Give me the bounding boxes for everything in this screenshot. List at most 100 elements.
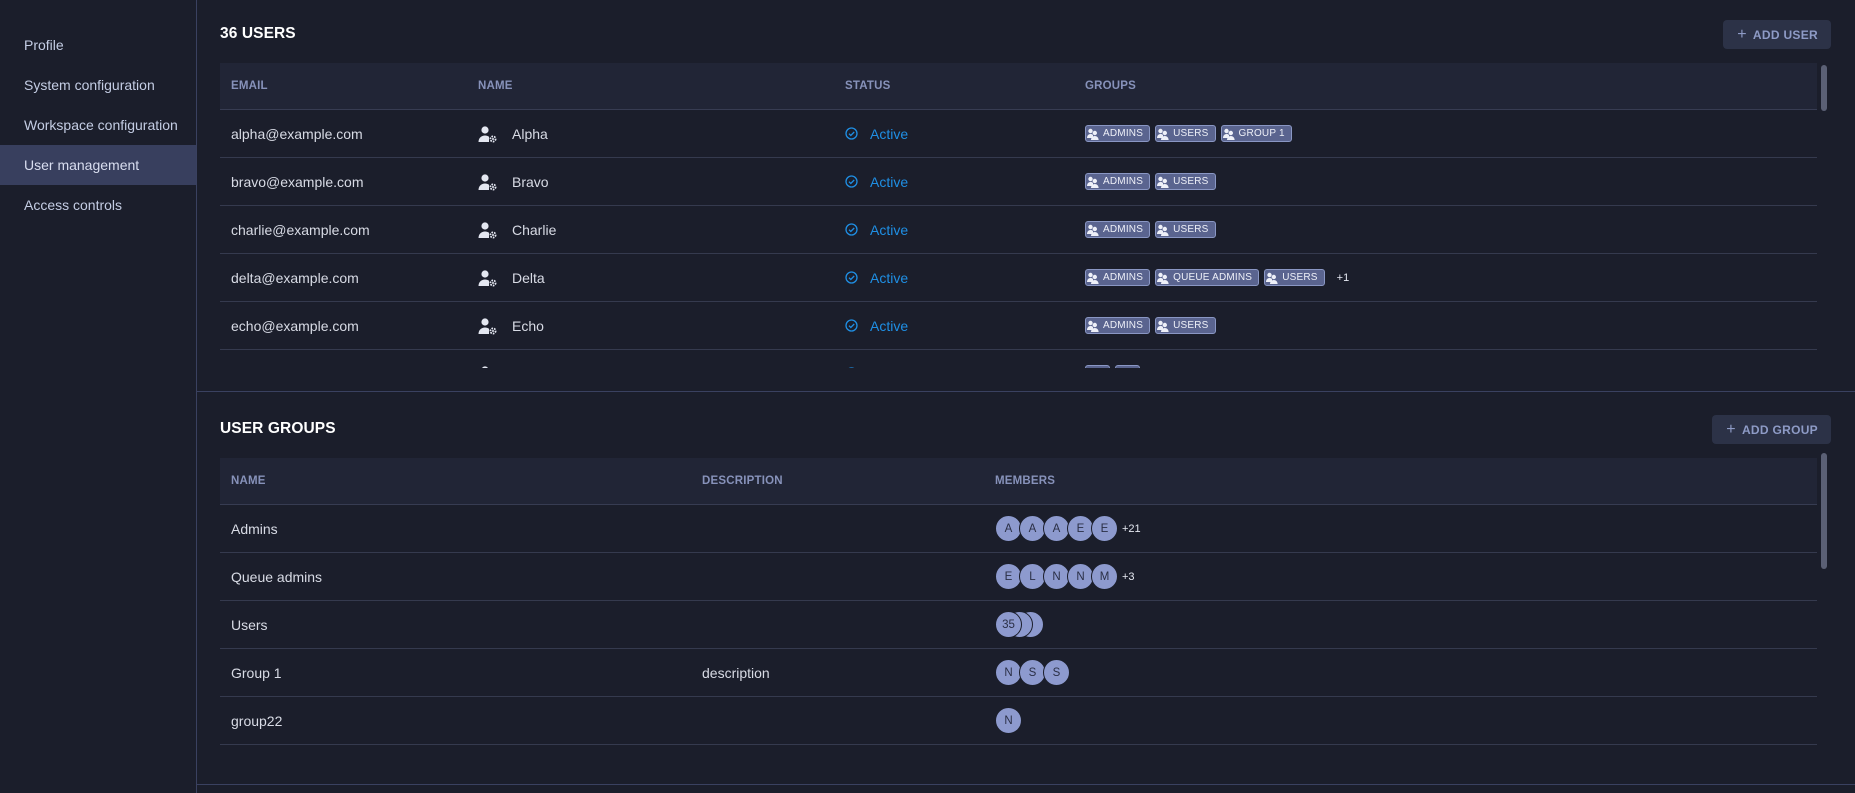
table-row[interactable]: [220, 350, 1817, 368]
sidebar-item-workspace-configuration[interactable]: Workspace configuration: [0, 105, 196, 145]
user-email: alpha@example.com: [231, 125, 363, 142]
group-chip-label: ADMINS: [1103, 320, 1144, 331]
column-header-members[interactable]: MEMBERS: [983, 475, 1817, 487]
status-label: Active: [870, 173, 909, 190]
sidebar-item-system-configuration[interactable]: System configuration: [0, 65, 196, 105]
group-chip[interactable]: ADMINS: [1085, 173, 1151, 190]
check-circle-icon: [845, 367, 864, 368]
groups-scrollbar[interactable]: [1821, 453, 1827, 569]
user-name-cell: Charlie: [467, 221, 834, 239]
user-name: Delta: [512, 269, 545, 286]
group-chip[interactable]: ADMINS: [1085, 221, 1151, 238]
group-members-cell: 35: [983, 611, 1817, 638]
group-chip[interactable]: ADMINS: [1085, 317, 1151, 334]
avatar[interactable]: M: [1091, 563, 1118, 590]
group-chip[interactable]: ADMINS: [1085, 125, 1151, 142]
table-row[interactable]: bravo@example.com Bravo Active ADMINS USERS: [220, 158, 1817, 206]
avatar[interactable]: N: [995, 707, 1022, 734]
avatar[interactable]: A: [1043, 515, 1070, 542]
group-chip[interactable]: ADMINS: [1085, 269, 1151, 286]
group-icon: [1156, 224, 1173, 236]
group-icon: [1116, 368, 1133, 369]
add-user-button[interactable]: + ADD USER: [1723, 20, 1831, 49]
avatar[interactable]: S: [1019, 659, 1046, 686]
status-label: Active: [870, 317, 909, 334]
avatar[interactable]: E: [1091, 515, 1118, 542]
sidebar-item-user-management[interactable]: User management: [0, 145, 196, 185]
group-name: Group 1: [231, 664, 282, 681]
group-chip[interactable]: USERS: [1155, 173, 1216, 190]
plus-icon: +: [1737, 25, 1747, 43]
group-icon: [1086, 320, 1103, 332]
group-chip-label: ADMINS: [1103, 176, 1144, 187]
column-header-name[interactable]: NAME: [467, 80, 834, 92]
group-chip[interactable]: USERS: [1155, 221, 1216, 238]
group-icon: [1086, 128, 1103, 140]
more-groups-count[interactable]: +1: [1337, 272, 1350, 284]
group-icon: [1156, 320, 1173, 332]
status-label: Active: [870, 221, 909, 238]
table-row[interactable]: group22 N: [220, 697, 1817, 745]
group-chip[interactable]: QUEUE ADMINS: [1155, 269, 1260, 286]
avatar[interactable]: N: [1043, 563, 1070, 590]
more-members-count[interactable]: +21: [1122, 523, 1141, 535]
group-members-cell: N: [983, 707, 1817, 734]
group-chip-label: USERS: [1173, 128, 1209, 139]
more-members-count[interactable]: +3: [1122, 571, 1135, 583]
group-chip-label: ADMINS: [1103, 224, 1144, 235]
group-members-cell: A A A E E +21: [983, 515, 1817, 542]
main-content: 36 USERS + ADD USER EMAIL NAME STATUS GR…: [197, 0, 1855, 793]
add-group-button[interactable]: + ADD GROUP: [1712, 415, 1831, 444]
avatar[interactable]: S: [1043, 659, 1070, 686]
member-avatars: ELNNM: [995, 563, 1118, 590]
group-icon: [1156, 128, 1173, 140]
user-name-cell: [467, 365, 834, 368]
avatar[interactable]: E: [1067, 515, 1094, 542]
table-row[interactable]: Users 35: [220, 601, 1817, 649]
check-circle-icon: [845, 127, 864, 140]
avatar[interactable]: N: [1067, 563, 1094, 590]
group-chip[interactable]: USERS: [1155, 125, 1216, 142]
users-scrollbar[interactable]: [1821, 65, 1827, 111]
avatar[interactable]: A: [1019, 515, 1046, 542]
avatar[interactable]: E: [995, 563, 1022, 590]
avatar[interactable]: A: [995, 515, 1022, 542]
group-icon: [1265, 272, 1282, 284]
column-header-name[interactable]: NAME: [220, 475, 691, 487]
column-header-status[interactable]: STATUS: [834, 80, 1073, 92]
group-chip-label: USERS: [1173, 176, 1209, 187]
column-header-groups[interactable]: GROUPS: [1073, 80, 1817, 92]
user-gear-icon: [478, 269, 498, 287]
user-status-cell: Active: [834, 222, 1073, 238]
sidebar: Profile System configuration Workspace c…: [0, 0, 197, 793]
plus-icon: +: [1726, 420, 1736, 438]
avatar[interactable]: N: [995, 659, 1022, 686]
add-user-label: ADD USER: [1752, 27, 1818, 42]
sidebar-item-access-controls[interactable]: Access controls: [0, 185, 196, 225]
table-row[interactable]: charlie@example.com Charlie Active ADMINS US…: [220, 206, 1817, 254]
check-circle-icon: [845, 175, 864, 188]
user-gear-icon: [478, 125, 498, 143]
table-row[interactable]: Group 1 description N S S: [220, 649, 1817, 697]
table-row[interactable]: echo@example.com Echo Active ADMINS USERS: [220, 302, 1817, 350]
group-chip[interactable]: USERS: [1155, 317, 1216, 334]
avatar[interactable]: 35: [995, 611, 1022, 638]
group-chip[interactable]: [1115, 365, 1140, 368]
column-header-email[interactable]: EMAIL: [220, 80, 467, 92]
user-groups-title: USER GROUPS: [220, 420, 336, 437]
table-row[interactable]: Queue admins E L N N M +3: [220, 553, 1817, 601]
groups-table-header: NAME DESCRIPTION MEMBERS: [220, 458, 1817, 505]
status-label: Active: [870, 269, 909, 286]
table-row[interactable]: Admins A A A E E +21: [220, 505, 1817, 553]
group-icon: [1086, 224, 1103, 236]
table-row[interactable]: alpha@example.com Alpha Active ADMINS USERS G…: [220, 110, 1817, 158]
table-row[interactable]: delta@example.com Delta Active ADMINS QUEUE …: [220, 254, 1817, 302]
group-chip[interactable]: USERS: [1264, 269, 1325, 286]
column-header-description[interactable]: DESCRIPTION: [691, 475, 983, 487]
sidebar-item-profile[interactable]: Profile: [0, 25, 196, 65]
avatar[interactable]: L: [1019, 563, 1046, 590]
group-chip[interactable]: [1085, 365, 1110, 368]
check-circle-icon: [845, 271, 864, 284]
group-chip[interactable]: GROUP 1: [1220, 125, 1292, 142]
group-chip-label: GROUP 1: [1238, 128, 1285, 139]
